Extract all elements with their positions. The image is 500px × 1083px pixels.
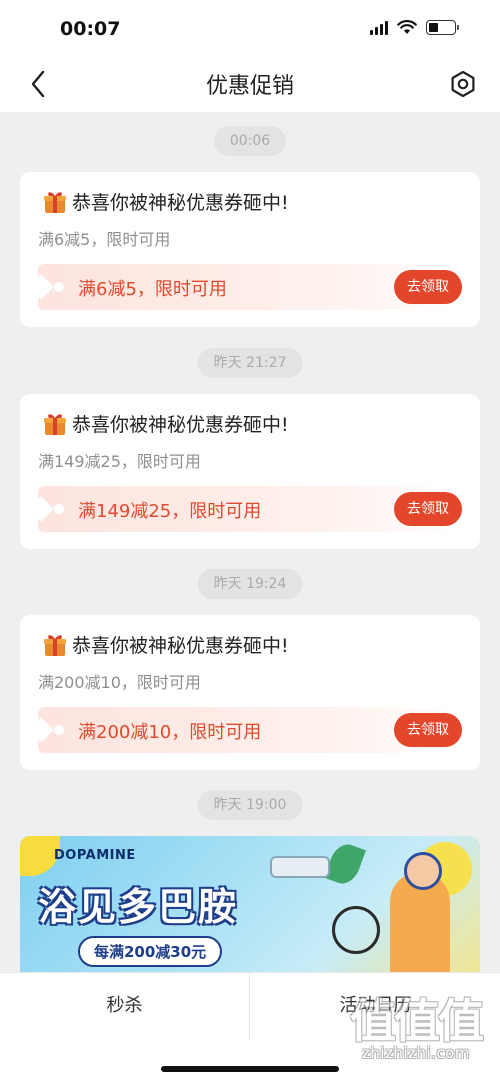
shower-head-illustration <box>270 856 330 878</box>
coupon-text: 满6减5，限时可用 <box>78 279 227 300</box>
card-title-row: 恭喜你被神秘优惠券砸中! <box>42 631 289 658</box>
banner-promo: 每满200减30元 <box>78 936 223 967</box>
coupon-message-card: 恭喜你被神秘优惠券砸中! 满6减5，限时可用 满6减5，限时可用 去领取 <box>20 172 480 327</box>
swim-ring-illustration <box>332 906 380 954</box>
status-icons <box>370 20 459 35</box>
coupon-message-card: 恭喜你被神秘优惠券砸中! 满200减10，限时可用 满200减10，限时可用 去… <box>20 615 480 770</box>
card-title-row: 恭喜你被神秘优惠券砸中! <box>42 188 289 215</box>
claim-coupon-button[interactable]: 去领取 <box>394 492 462 526</box>
nav-bar: 优惠促销 <box>0 56 500 112</box>
coupon-notch <box>28 717 54 743</box>
battery-icon <box>426 20 459 35</box>
signal-icon <box>370 20 388 35</box>
home-indicator[interactable] <box>161 1066 339 1072</box>
gift-icon <box>44 191 66 213</box>
card-subtitle: 满6减5，限时可用 <box>38 230 171 249</box>
coupon-dot <box>54 725 64 735</box>
coupon-strip[interactable]: 满200减10，限时可用 去领取 <box>28 707 462 753</box>
banner-headline: 浴见多巴胺 <box>38 885 239 929</box>
coupon-strip[interactable]: 满149减25，限时可用 去领取 <box>28 486 462 532</box>
coupon-notch <box>28 274 54 300</box>
promo-banner[interactable]: DOPAMINE 浴见多巴胺 每满200减30元 <box>20 836 480 972</box>
card-title-row: 恭喜你被神秘优惠券砸中! <box>42 410 289 437</box>
coupon-message-card: 恭喜你被神秘优惠券砸中! 满149减25，限时可用 满149减25，限时可用 去… <box>20 394 480 549</box>
card-subtitle: 满200减10，限时可用 <box>38 673 201 692</box>
coupon-dot <box>54 504 64 514</box>
card-title: 恭喜你被神秘优惠券砸中! <box>72 414 289 436</box>
coupon-notch <box>28 496 54 522</box>
coupon-text: 满200减10，限时可用 <box>78 722 262 743</box>
watermark-text: zhizhizhi.com <box>362 1044 470 1062</box>
card-subtitle: 满149减25，限时可用 <box>38 452 201 471</box>
banner-brand: DOPAMINE <box>54 848 136 863</box>
coupon-text: 满149减25，限时可用 <box>78 501 262 522</box>
watermark-logo: 值值值 <box>350 994 484 1048</box>
gift-icon <box>44 634 66 656</box>
coupon-strip[interactable]: 满6减5，限时可用 去领取 <box>28 264 462 310</box>
timestamp-pill: 昨天 19:24 <box>197 569 303 599</box>
tab-flash-sale[interactable]: 秒杀 <box>0 973 249 1041</box>
hexagon-settings-icon <box>451 70 475 98</box>
claim-coupon-button[interactable]: 去领取 <box>394 270 462 304</box>
card-title: 恭喜你被神秘优惠券砸中! <box>72 635 289 657</box>
gift-icon <box>44 413 66 435</box>
leaf-illustration <box>324 840 366 888</box>
page-title: 优惠促销 <box>205 74 294 99</box>
status-time: 00:07 <box>60 18 121 40</box>
claim-coupon-button[interactable]: 去领取 <box>394 713 462 747</box>
timestamp-pill: 昨天 19:00 <box>197 790 303 820</box>
timestamp-pill: 昨天 21:27 <box>197 348 303 378</box>
card-title: 恭喜你被神秘优惠券砸中! <box>72 192 289 214</box>
wifi-icon <box>397 20 417 35</box>
person-illustration <box>390 852 450 972</box>
status-bar: 00:07 <box>0 0 500 56</box>
watermark: 值值值 zhizhizhi.com <box>342 998 490 1062</box>
settings-button[interactable] <box>446 67 480 101</box>
message-feed[interactable]: 00:06 恭喜你被神秘优惠券砸中! 满6减5，限时可用 满6减5，限时可用 去… <box>0 112 500 972</box>
coupon-dot <box>54 282 64 292</box>
tab-divider <box>249 973 250 1041</box>
timestamp-pill: 00:06 <box>213 126 287 156</box>
